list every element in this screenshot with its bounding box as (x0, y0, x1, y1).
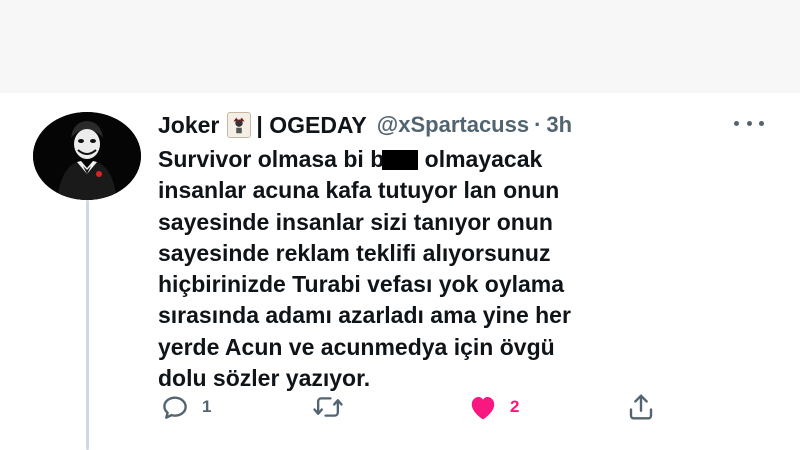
tweet-actions-bar: 1 2 (158, 390, 678, 424)
like-button[interactable]: 2 (468, 390, 519, 424)
thread-connector-line (86, 200, 89, 450)
tweet-header: Joker | OGEDAY @xSpartacuss · 3h (158, 108, 572, 142)
tweet-text: Survivor olmasa bi b olmayacak insanlar … (158, 144, 758, 394)
user-handle[interactable]: @xSpartacuss (377, 112, 529, 138)
display-name[interactable]: Joker (158, 112, 219, 139)
tweet-text-line: hiçbirinizde Turabi vefası yok oylama (158, 271, 565, 298)
joker-card-icon (227, 112, 252, 138)
tweet-text-line: sayesinde reklam teklifi alıyorsunuz (158, 239, 551, 266)
reply-button[interactable]: 1 (160, 390, 211, 424)
avatar[interactable] (33, 112, 141, 200)
more-options-icon[interactable] (734, 113, 764, 133)
display-name-suffix: | OGEDAY (256, 111, 367, 138)
tweet-text-line: sırasında adamı azarladı ama yine her (158, 302, 571, 329)
like-count: 2 (510, 397, 520, 416)
share-icon (629, 394, 653, 420)
reply-count: 1 (202, 397, 212, 416)
reply-icon (163, 396, 187, 419)
tweet-text-line: sayesinde insanlar sizi tanıyor onun (158, 208, 553, 235)
retweet-icon (313, 397, 343, 417)
tweet-text-line: Survivor olmasa bi b olmayacak (158, 146, 543, 172)
separator-dot: · (534, 112, 542, 137)
joker-avatar-image (33, 112, 141, 200)
share-button[interactable] (626, 390, 656, 424)
censored-word-redaction (382, 150, 419, 170)
tweet-text-line: yerde Acun ve acunmedya için övgü (158, 333, 555, 360)
timestamp[interactable]: 3h (546, 112, 572, 138)
heart-icon (471, 397, 495, 420)
tweet-text-line: insanlar acuna kafa tutuyor lan onun (158, 177, 560, 204)
top-background (0, 0, 800, 93)
retweet-button[interactable] (312, 390, 356, 424)
